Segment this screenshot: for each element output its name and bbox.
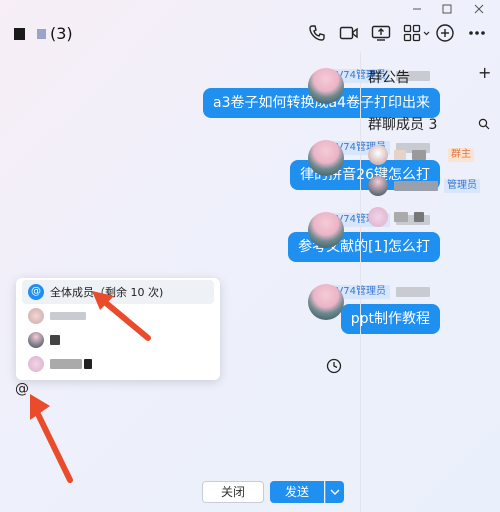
- at-icon: @: [28, 284, 44, 300]
- members-title: 群聊成员 3: [368, 117, 438, 133]
- avatar[interactable]: [308, 212, 344, 248]
- member-name-blur: [394, 212, 408, 222]
- title-bar: (3): [0, 0, 500, 52]
- annotation-arrow: [92, 291, 151, 341]
- chat-title: (3): [14, 24, 73, 43]
- member-count: (3): [50, 24, 73, 43]
- member-name-blur: [394, 181, 438, 191]
- owner-tag: 群主: [448, 148, 474, 162]
- title-name-blur: [37, 28, 46, 39]
- avatar: [28, 332, 44, 348]
- add-announcement-icon[interactable]: +: [478, 63, 491, 82]
- avatar[interactable]: [308, 68, 344, 104]
- member-row[interactable]: 管理员: [368, 175, 493, 197]
- announcement-title[interactable]: 群公告: [368, 67, 410, 87]
- member-name-blur: [50, 312, 86, 320]
- admin-tag: 管理员: [444, 179, 480, 193]
- avatar: [368, 207, 388, 227]
- member-name-blur: [412, 150, 426, 160]
- member-row[interactable]: [368, 206, 493, 228]
- member-name-blur: [50, 335, 60, 345]
- close-button[interactable]: 关闭: [202, 481, 264, 503]
- history-clock-icon[interactable]: [326, 358, 342, 374]
- apps-icon[interactable]: [402, 22, 432, 44]
- search-icon[interactable]: [478, 115, 490, 134]
- more-icon[interactable]: [466, 22, 488, 44]
- add-circle-icon[interactable]: [434, 22, 456, 44]
- screen-share-icon[interactable]: [370, 22, 392, 44]
- close-window-icon[interactable]: [472, 2, 486, 16]
- avatar[interactable]: [308, 284, 344, 320]
- maximize-icon[interactable]: [440, 2, 454, 16]
- member-row[interactable]: 群主: [368, 144, 493, 166]
- minimize-icon[interactable]: [410, 2, 424, 16]
- member-name-blur: [414, 212, 424, 222]
- avatar[interactable]: [308, 140, 344, 176]
- annotation-arrow: [30, 394, 73, 483]
- member-name-blur: [394, 150, 406, 160]
- avatar: [368, 145, 388, 165]
- video-call-icon[interactable]: [338, 22, 360, 44]
- avatar: [28, 308, 44, 324]
- phone-icon[interactable]: [306, 22, 328, 44]
- send-options-chevron-icon[interactable]: [325, 481, 344, 503]
- title-avatar-blur: [14, 27, 25, 40]
- avatar: [368, 176, 388, 196]
- send-button[interactable]: 发送: [270, 481, 324, 503]
